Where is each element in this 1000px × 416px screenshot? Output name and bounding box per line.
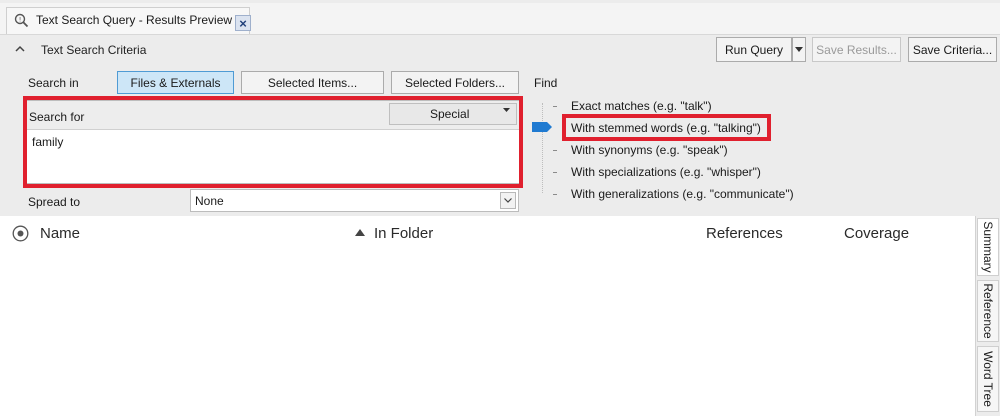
tab-text-search-query[interactable]: ! Text Search Query - Results Preview × — [6, 7, 251, 34]
caret-down-icon — [795, 47, 803, 52]
column-header-coverage[interactable]: Coverage — [844, 225, 909, 242]
add-column-icon[interactable] — [12, 225, 29, 242]
side-tab-summary-label: Summary — [981, 221, 995, 273]
side-tab-word-tree-label: Word Tree — [981, 351, 995, 407]
find-label: Find — [534, 76, 558, 90]
column-header-in-folder[interactable]: In Folder — [374, 225, 433, 242]
save-results-button[interactable]: Save Results... — [812, 37, 901, 62]
spread-to-value: None — [195, 194, 224, 208]
search-in-label: Search in — [28, 76, 79, 90]
find-slider-tick — [553, 150, 557, 151]
find-option-exact[interactable]: Exact matches (e.g. "talk") — [571, 99, 712, 113]
find-slider-thumb[interactable] — [531, 121, 553, 133]
find-option-specializations[interactable]: With specializations (e.g. "whisper") — [571, 165, 761, 179]
close-tab-button[interactable]: × — [235, 15, 251, 31]
results-header — [0, 216, 975, 248]
search-for-highlight — [23, 96, 523, 188]
column-header-references[interactable]: References — [706, 225, 783, 242]
tab-title: Text Search Query - Results Preview — [36, 13, 233, 27]
find-option-synonyms[interactable]: With synonyms (e.g. "speak") — [571, 143, 728, 157]
side-tab-word-tree[interactable]: Word Tree — [977, 346, 999, 412]
chevron-down-icon — [500, 192, 516, 209]
chevron-up-icon[interactable] — [13, 43, 27, 55]
run-query-dropdown-button[interactable] — [792, 37, 806, 62]
scope-selected-folders-button[interactable]: Selected Folders... — [391, 71, 519, 94]
scope-selected-items-button[interactable]: Selected Items... — [241, 71, 384, 94]
find-slider-tick — [553, 194, 557, 195]
find-option-generalizations[interactable]: With generalizations (e.g. "communicate"… — [571, 187, 794, 201]
criteria-title: Text Search Criteria — [41, 43, 147, 57]
spread-to-label: Spread to — [28, 195, 81, 209]
find-slider-tick — [553, 106, 557, 107]
search-query-icon: ! — [14, 13, 29, 28]
column-header-name[interactable]: Name — [40, 225, 80, 242]
scope-files-externals-button[interactable]: Files & Externals — [117, 71, 234, 94]
find-slider-track[interactable] — [542, 103, 544, 193]
side-tab-summary[interactable]: Summary — [977, 218, 999, 276]
side-tab-reference[interactable]: Reference — [977, 280, 999, 342]
side-tab-reference-label: Reference — [981, 283, 995, 339]
svg-text:!: ! — [19, 15, 22, 23]
find-slider-tick — [553, 172, 557, 173]
run-query-button[interactable]: Run Query — [716, 37, 792, 62]
spread-to-dropdown[interactable]: None — [190, 189, 519, 212]
stemmed-option-highlight — [562, 114, 771, 141]
sort-ascending-icon — [355, 229, 365, 236]
close-icon: × — [239, 15, 247, 31]
save-criteria-button[interactable]: Save Criteria... — [908, 37, 997, 62]
